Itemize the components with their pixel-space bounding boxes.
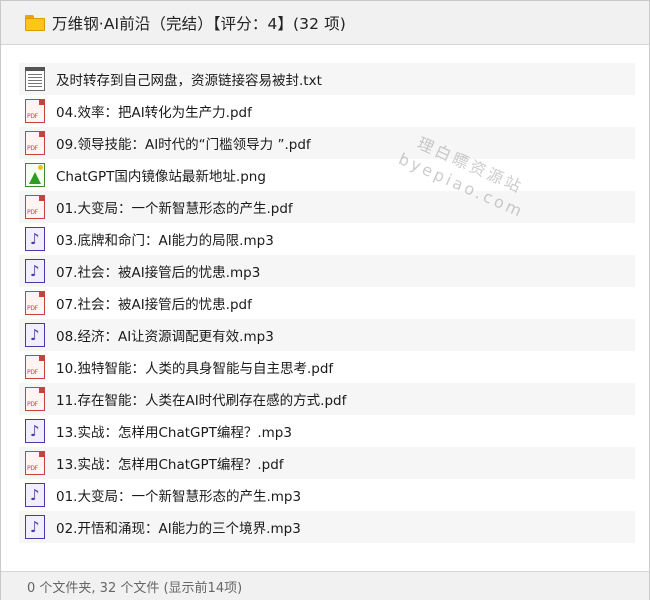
mp3-file-icon: ♪	[25, 323, 45, 347]
mp3-file-icon: ♪	[25, 515, 45, 539]
file-name: 及时转存到自己网盘，资源链接容易被封.txt	[56, 73, 322, 89]
window-header: 万维钢·AI前沿（完结）【评分：4】(32 项)	[1, 1, 649, 45]
file-row[interactable]: 及时转存到自己网盘，资源链接容易被封.txt	[19, 63, 635, 95]
file-name: 03.底牌和命门：AI能力的局限.mp3	[56, 233, 274, 249]
file-row[interactable]: ♪ 02.开悟和涌现：AI能力的三个境界.mp3	[19, 511, 635, 543]
png-file-icon	[25, 163, 45, 187]
file-list-window: 万维钢·AI前沿（完结）【评分：4】(32 项) 及时转存到自己网盘，资源链接容…	[0, 0, 650, 600]
folder-icon	[25, 14, 45, 31]
pdf-file-icon: PDF	[25, 387, 45, 411]
pdf-file-icon: PDF	[25, 355, 45, 379]
mp3-file-icon: ♪	[25, 227, 45, 251]
pdf-file-icon: PDF	[25, 195, 45, 219]
file-name: ChatGPT国内镜像站最新地址.png	[56, 169, 266, 185]
file-row[interactable]: ♪ 03.底牌和命门：AI能力的局限.mp3	[19, 223, 635, 255]
pdf-file-icon: PDF	[25, 131, 45, 155]
file-name: 01.大变局：一个新智慧形态的产生.mp3	[56, 489, 302, 505]
file-name: 04.效率：把AI转化为生产力.pdf	[56, 105, 252, 121]
file-row[interactable]: ChatGPT国内镜像站最新地址.png	[19, 159, 635, 191]
folder-title: 万维钢·AI前沿（完结）【评分：4】(32 项)	[52, 14, 346, 33]
file-row[interactable]: ♪ 07.社会：被AI接管后的忧患.mp3	[19, 255, 635, 287]
file-name: 07.社会：被AI接管后的忧患.mp3	[56, 265, 261, 281]
pdf-file-icon: PDF	[25, 291, 45, 315]
txt-file-icon	[25, 67, 45, 91]
file-name: 07.社会：被AI接管后的忧患.pdf	[56, 297, 252, 313]
file-name: 09.领导技能：AI时代的“门槛领导力 ”.pdf	[56, 137, 311, 153]
file-name: 08.经济：AI让资源调配更有效.mp3	[56, 329, 274, 345]
file-row[interactable]: ♪ 13.实战：怎样用ChatGPT编程？.mp3	[19, 415, 635, 447]
file-list: 及时转存到自己网盘，资源链接容易被封.txt PDF 04.效率：把AI转化为生产力…	[19, 63, 635, 543]
file-row[interactable]: PDF 07.社会：被AI接管后的忧患.pdf	[19, 287, 635, 319]
file-name: 01.大变局：一个新智慧形态的产生.pdf	[56, 201, 293, 217]
pdf-file-icon: PDF	[25, 451, 45, 475]
file-row[interactable]: PDF 10.独特智能：人类的具身智能与自主思考.pdf	[19, 351, 635, 383]
file-name: 02.开悟和涌现：AI能力的三个境界.mp3	[56, 521, 301, 537]
file-row[interactable]: PDF 13.实战：怎样用ChatGPT编程？.pdf	[19, 447, 635, 479]
file-row[interactable]: PDF 09.领导技能：AI时代的“门槛领导力 ”.pdf	[19, 127, 635, 159]
file-name: 13.实战：怎样用ChatGPT编程？.mp3	[56, 425, 292, 441]
mp3-file-icon: ♪	[25, 483, 45, 507]
status-text: 0 个文件夹, 32 个文件 (显示前14项)	[27, 580, 243, 596]
mp3-file-icon: ♪	[25, 419, 45, 443]
file-row[interactable]: PDF 11.存在智能：人类在AI时代刷存在感的方式.pdf	[19, 383, 635, 415]
file-name: 10.独特智能：人类的具身智能与自主思考.pdf	[56, 361, 334, 377]
status-bar: 0 个文件夹, 32 个文件 (显示前14项)	[1, 571, 649, 600]
mp3-file-icon: ♪	[25, 259, 45, 283]
file-row[interactable]: PDF 04.效率：把AI转化为生产力.pdf	[19, 95, 635, 127]
file-name: 11.存在智能：人类在AI时代刷存在感的方式.pdf	[56, 393, 347, 409]
file-row[interactable]: ♪ 01.大变局：一个新智慧形态的产生.mp3	[19, 479, 635, 511]
file-name: 13.实战：怎样用ChatGPT编程？.pdf	[56, 457, 284, 473]
file-row[interactable]: ♪ 08.经济：AI让资源调配更有效.mp3	[19, 319, 635, 351]
pdf-file-icon: PDF	[25, 99, 45, 123]
file-row[interactable]: PDF 01.大变局：一个新智慧形态的产生.pdf	[19, 191, 635, 223]
